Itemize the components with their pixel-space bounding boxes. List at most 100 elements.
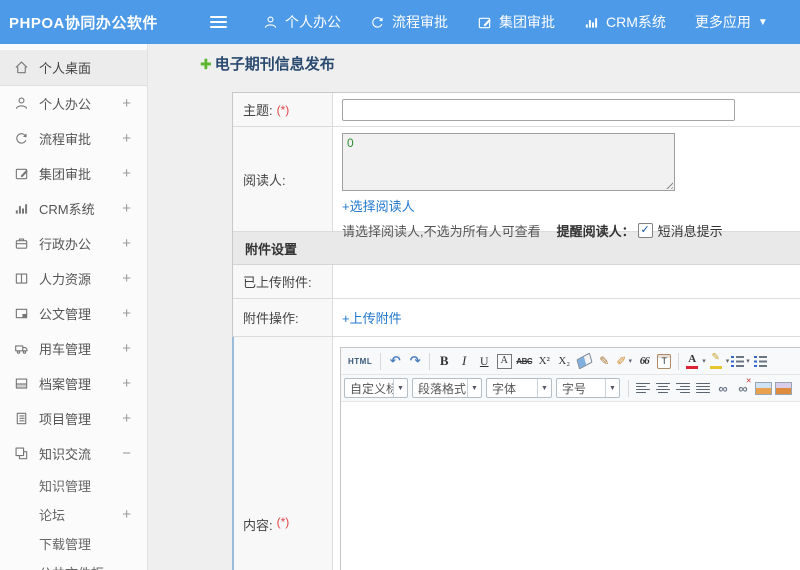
- sidebar-item-knowledge-exchange[interactable]: 知识交流 −: [0, 436, 147, 471]
- redo-icon[interactable]: ↷: [406, 351, 424, 371]
- sidebar-subitem-public-file-cabinet-label: 公共文件柜: [39, 563, 131, 570]
- sidebar-item-project-mgmt[interactable]: 项目管理 +: [0, 401, 147, 436]
- expand-plus-icon[interactable]: +: [122, 506, 131, 523]
- readers-row: 阅读人: 0 +选择阅读人 请选择阅读人,不选为所有人可查看 提醒阅读人： ✓ …: [233, 127, 800, 239]
- chart-icon: [584, 15, 599, 30]
- sidebar-item-archive-mgmt[interactable]: 档案管理 +: [0, 366, 147, 401]
- sidebar-subitem-public-file-cabinet[interactable]: 公共文件柜: [0, 558, 147, 570]
- chart-icon: [14, 201, 31, 216]
- truck-icon: [14, 341, 31, 356]
- subject-input[interactable]: [342, 98, 735, 121]
- hamburger-menu-button[interactable]: [205, 9, 231, 35]
- font-box-icon[interactable]: A: [495, 351, 513, 371]
- custom-heading-select[interactable]: 自定义标题▼: [344, 378, 408, 398]
- toolbar-separator: [429, 352, 431, 370]
- toolbar-separator: [678, 352, 680, 370]
- ordered-list-icon[interactable]: ▾: [731, 351, 750, 371]
- collapse-minus-icon[interactable]: −: [122, 445, 131, 462]
- page-title-text: 电子期刊信息发布: [214, 56, 335, 73]
- uploaded-attachments-value: [333, 265, 800, 298]
- expand-plus-icon[interactable]: +: [122, 235, 131, 252]
- link-icon[interactable]: ∞: [714, 378, 732, 398]
- expand-plus-icon[interactable]: +: [122, 410, 131, 427]
- expand-plus-icon[interactable]: +: [122, 165, 131, 182]
- expand-plus-icon[interactable]: +: [122, 375, 131, 392]
- nav-group-approval-label: 集团审批: [499, 14, 555, 30]
- toolbar-separator: [380, 352, 382, 370]
- undo-icon[interactable]: ↶: [386, 351, 404, 371]
- font-size-select-label: 字号: [562, 381, 587, 396]
- align-left-icon[interactable]: [634, 378, 652, 398]
- header-nav: 个人办公 流程审批 集团审批 CRM系统 更多应用 ▼: [263, 12, 797, 32]
- chat-icon: [14, 446, 31, 461]
- sidebar-item-hr[interactable]: 人力资源 +: [0, 261, 147, 296]
- sidebar-item-workflow-approval-label: 流程审批: [39, 132, 92, 147]
- sidebar-item-workflow-approval[interactable]: 流程审批 +: [0, 121, 147, 156]
- nav-group-approval[interactable]: 集团审批: [477, 12, 555, 32]
- sidebar-item-crm-system[interactable]: CRM系统 +: [0, 191, 147, 226]
- sidebar-subitem-forum[interactable]: 论坛 +: [0, 500, 147, 529]
- expand-plus-icon[interactable]: +: [122, 340, 131, 357]
- blockquote-icon[interactable]: 66: [635, 351, 653, 371]
- expand-plus-icon[interactable]: +: [122, 95, 131, 112]
- expand-plus-icon[interactable]: +: [122, 270, 131, 287]
- media-icon[interactable]: [774, 378, 792, 398]
- expand-plus-icon[interactable]: +: [122, 305, 131, 322]
- subscript-icon[interactable]: X₂: [555, 351, 573, 371]
- bold-icon[interactable]: B: [435, 351, 453, 371]
- superscript-icon[interactable]: X²: [535, 351, 553, 371]
- sidebar-item-project-mgmt-label: 项目管理: [39, 412, 92, 427]
- unordered-list-icon[interactable]: [752, 351, 770, 371]
- app-window: PHPOA协同办公软件 个人办公 流程审批 集团审批 CRM系统 更多应用 ▼ 个人桌面个…: [0, 0, 800, 570]
- select-readers-link[interactable]: +选择阅读人: [342, 196, 415, 215]
- required-mark: (*): [276, 515, 290, 529]
- paragraph-format-select-label: 段落格式: [418, 381, 467, 396]
- sidebar-item-admin-office[interactable]: 行政办公 +: [0, 226, 147, 261]
- sidebar-item-vehicle-mgmt[interactable]: 用车管理 +: [0, 331, 147, 366]
- eraser-icon[interactable]: [575, 351, 593, 371]
- caret-down-icon: ▼: [393, 379, 407, 397]
- toolbar-separator: [628, 379, 629, 397]
- paragraph-format-select[interactable]: 段落格式 ▼: [412, 378, 482, 398]
- paste-text-icon[interactable]: T: [655, 351, 673, 371]
- sidebar-item-desktop[interactable]: 个人桌面: [0, 50, 147, 86]
- nav-more-apps[interactable]: 更多应用 ▼: [695, 12, 768, 32]
- upload-attachment-link[interactable]: +上传附件: [342, 308, 402, 327]
- book-icon: [14, 271, 31, 286]
- expand-plus-icon[interactable]: +: [122, 200, 131, 217]
- font-size-select[interactable]: 字号 ▼: [556, 378, 620, 398]
- font-family-select-label: 字体: [492, 381, 517, 396]
- unlink-icon[interactable]: ∞ ✕: [734, 378, 752, 398]
- editor-content-area[interactable]: [341, 402, 800, 570]
- align-right-icon[interactable]: [674, 378, 692, 398]
- nav-crm-system[interactable]: CRM系统: [584, 12, 666, 32]
- caret-down-icon: ▼: [605, 379, 619, 397]
- sidebar-subitem-download-mgmt[interactable]: 下载管理: [0, 529, 147, 558]
- readers-textarea[interactable]: 0: [342, 133, 675, 191]
- font-color-icon[interactable]: A ▾: [684, 351, 706, 371]
- justify-icon[interactable]: [694, 378, 712, 398]
- font-family-select[interactable]: 字体 ▼: [486, 378, 552, 398]
- sidebar-item-personal-office[interactable]: 个人办公 +: [0, 86, 147, 121]
- sidebar-item-document-mgmt-label: 公文管理: [39, 307, 92, 322]
- nav-workflow-approval[interactable]: 流程审批: [370, 12, 448, 32]
- highlight-color-icon[interactable]: ✎ ▾: [708, 351, 730, 371]
- sidebar-item-document-mgmt[interactable]: 公文管理 +: [0, 296, 147, 331]
- readers-count: 0: [347, 136, 354, 150]
- expand-plus-icon[interactable]: +: [122, 130, 131, 147]
- sidebar-subitem-knowledge-mgmt[interactable]: 知识管理: [0, 471, 147, 500]
- nav-personal-office[interactable]: 个人办公: [263, 12, 341, 32]
- sms-remind-checkbox[interactable]: ✓: [637, 223, 653, 238]
- caret-down-icon: ▾: [725, 358, 730, 365]
- underline-icon[interactable]: U: [475, 351, 493, 371]
- italic-icon[interactable]: I: [455, 351, 473, 371]
- align-center-icon[interactable]: [654, 378, 672, 398]
- sidebar-item-group-approval[interactable]: 集团审批 +: [0, 156, 147, 191]
- format-brush-icon[interactable]: ✎: [595, 351, 613, 371]
- strikethrough-icon[interactable]: ABC: [515, 351, 533, 371]
- rich-text-editor: HTML↶↷BIUAABCX²X₂✎✐▾66TA▾✎▾▾ 自定义标题▼段落格式▼…: [340, 347, 800, 570]
- image-icon[interactable]: [754, 378, 772, 398]
- html-source-button[interactable]: HTML: [345, 351, 375, 371]
- quick-format-icon[interactable]: ✐ ▾: [615, 351, 633, 371]
- journal-publish-form: 主题: (*) 阅读人: 0 +选择阅读人 请选择阅读人,不选为所有人可查看 提…: [232, 92, 800, 570]
